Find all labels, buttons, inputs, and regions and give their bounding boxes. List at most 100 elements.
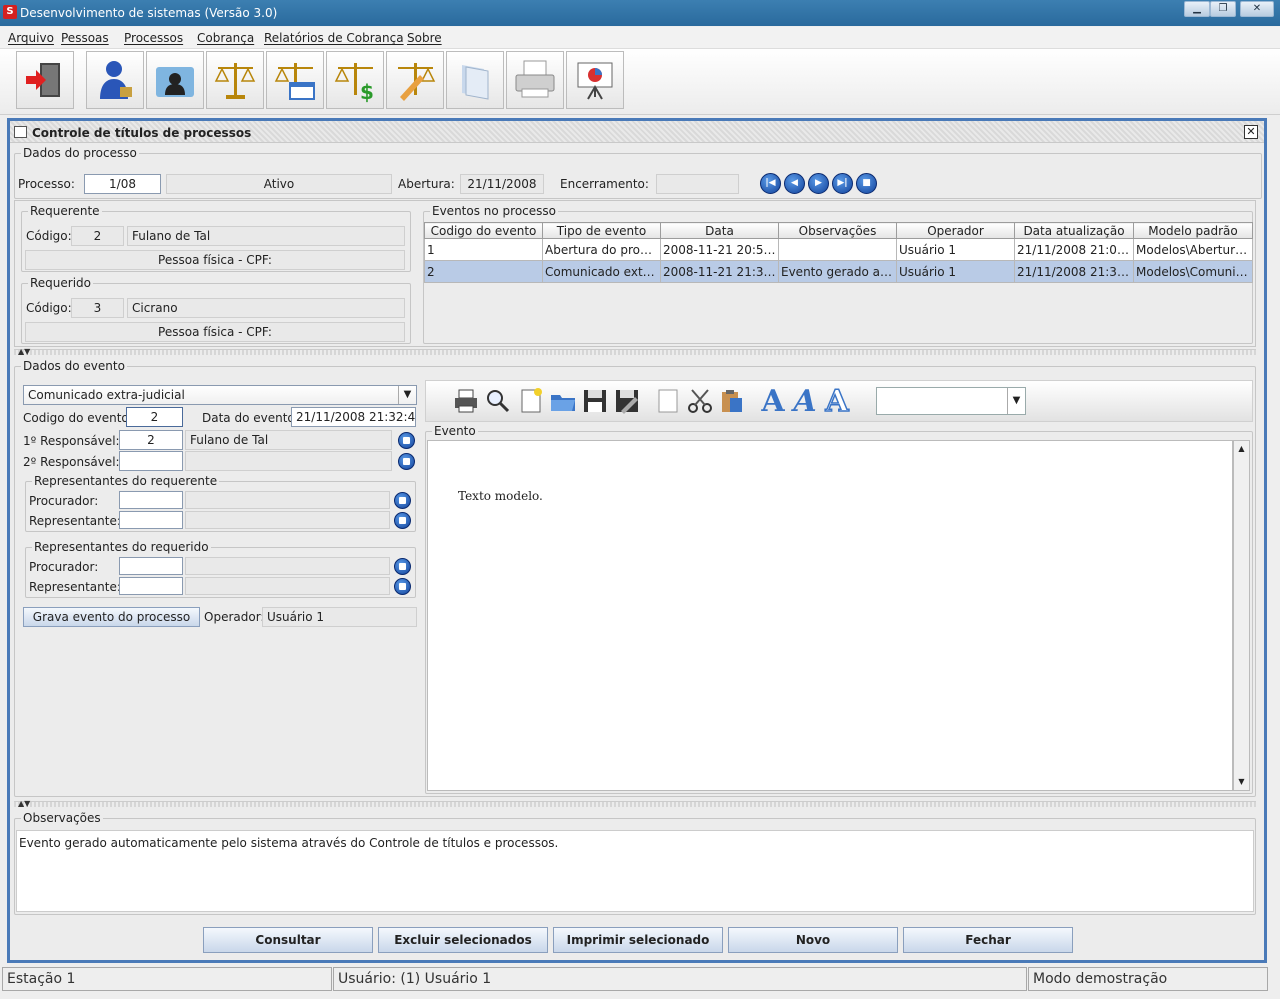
font-outline-icon[interactable]: A — [821, 383, 853, 420]
requerente-tipo: Pessoa física - CPF: — [25, 250, 405, 270]
table-row-selected[interactable]: 2 Comunicado extra-... 2008-11-21 21:32:… — [424, 260, 1253, 283]
frame-close-icon[interactable]: ✕ — [1244, 125, 1258, 139]
menu-pessoas[interactable]: Pessoas — [61, 31, 109, 45]
person-icon[interactable] — [86, 51, 144, 109]
stop-record-icon[interactable]: ■ — [856, 173, 877, 194]
blank-page-icon[interactable] — [652, 385, 684, 417]
table-cell: 21/11/2008 21:32:46 — [1014, 260, 1134, 283]
excluir-selecionados-button[interactable]: Excluir selecionados — [378, 927, 548, 953]
col-tipo-evento[interactable]: Tipo de evento — [542, 222, 661, 239]
data-evento-input[interactable]: 21/11/2008 21:32:46 — [291, 407, 416, 427]
requerente-codigo: 2 — [71, 226, 124, 246]
scroll-up-icon[interactable]: ▲ — [1234, 441, 1249, 457]
requerente-nome: Fulano de Tal — [127, 226, 405, 246]
next-record-icon[interactable]: ▶ — [808, 173, 829, 194]
close-window-icon[interactable]: ✕ — [1240, 1, 1274, 17]
window-title: Desenvolvimento de sistemas (Versão 3.0) — [20, 6, 278, 20]
splitter-bottom[interactable]: ▲▼ — [14, 799, 1256, 808]
scales-window-icon[interactable] — [266, 51, 324, 109]
last-record-icon[interactable]: ▶| — [832, 173, 853, 194]
resp2-code-input[interactable] — [119, 451, 183, 471]
cut-icon[interactable] — [684, 385, 716, 417]
scales-icon[interactable] — [206, 51, 264, 109]
new-document-icon[interactable] — [515, 385, 547, 417]
font-select[interactable]: ▼ — [876, 387, 1026, 415]
novo-button[interactable]: Novo — [728, 927, 898, 953]
fechar-button[interactable]: Fechar — [903, 927, 1073, 953]
consultar-button[interactable]: Consultar — [203, 927, 373, 953]
menu-arquivo[interactable]: Arquivo — [8, 31, 54, 45]
menu-relatorios[interactable]: Relatórios de Cobrança — [264, 31, 404, 45]
rep-requerido-representante-input[interactable] — [119, 577, 183, 595]
tipo-evento-select[interactable]: Comunicado extra-judicial ▼ — [23, 385, 417, 405]
resp1-lookup-icon[interactable] — [398, 432, 415, 449]
observacoes-legend: Observações — [23, 811, 101, 825]
requerido-codigo-label: Código: — [26, 301, 72, 315]
editor-toolbar: A A A ▼ — [425, 380, 1253, 422]
table-cell: Modelos\Abertura.h... — [1133, 238, 1253, 261]
minimize-icon[interactable]: ▁ — [1184, 1, 1210, 17]
print-icon[interactable] — [450, 385, 482, 417]
rep-requerente-procurador-label: Procurador: — [29, 494, 99, 508]
first-record-icon[interactable]: |◀ — [760, 173, 781, 194]
requerido-nome: Cicrano — [127, 298, 405, 318]
rep-requerido-procurador-lookup-icon[interactable] — [394, 558, 411, 575]
scroll-down-icon[interactable]: ▼ — [1234, 774, 1249, 790]
contact-icon[interactable] — [146, 51, 204, 109]
save-as-icon[interactable] — [611, 385, 643, 417]
codigo-evento-input[interactable]: 2 — [126, 407, 183, 427]
menu-sobre[interactable]: Sobre — [407, 31, 442, 45]
table-cell: Modelos\Comunic... — [1133, 260, 1253, 283]
frame-window-icon — [14, 126, 27, 138]
presentation-icon[interactable] — [566, 51, 624, 109]
col-data-atualizacao[interactable]: Data atualização — [1014, 222, 1134, 239]
rep-requerente-representante-input[interactable] — [119, 511, 183, 529]
folder-icon[interactable] — [446, 51, 504, 109]
chevron-down-icon[interactable]: ▼ — [398, 386, 416, 404]
imprimir-selecionado-button[interactable]: Imprimir selecionado — [553, 927, 723, 953]
resp2-lookup-icon[interactable] — [398, 453, 415, 470]
operador-label: Operador: — [204, 610, 265, 624]
font-italic-icon[interactable]: A — [789, 384, 821, 419]
rep-requerente-procurador-lookup-icon[interactable] — [394, 492, 411, 509]
chevron-down-icon[interactable]: ▼ — [1007, 388, 1025, 414]
editor-scrollbar[interactable]: ▲ ▼ — [1233, 440, 1250, 791]
splitter-arrows-icon[interactable]: ▲▼ — [18, 799, 30, 808]
rep-requerente-procurador-input[interactable] — [119, 491, 183, 509]
menu-processos[interactable]: Processos — [124, 31, 183, 45]
col-modelo-padrao[interactable]: Modelo padrão — [1133, 222, 1253, 239]
open-folder-icon[interactable] — [547, 385, 579, 417]
maximize-icon[interactable]: ❐ — [1210, 1, 1236, 17]
save-icon[interactable] — [579, 385, 611, 417]
resp1-label: 1º Responsável: — [23, 434, 120, 448]
rep-requerido-procurador-input[interactable] — [119, 557, 183, 575]
processo-input[interactable]: 1/08 — [84, 174, 161, 194]
previous-record-icon[interactable]: ◀ — [784, 173, 805, 194]
table-cell: 1 — [424, 238, 543, 261]
scales-money-icon[interactable]: $ — [326, 51, 384, 109]
evento-editor[interactable]: Texto modelo. — [427, 440, 1233, 791]
table-row[interactable]: 1 Abertura do proces... 2008-11-21 20:59… — [424, 238, 1253, 261]
rep-requerido-representante-lookup-icon[interactable] — [394, 578, 411, 595]
table-cell: 2008-11-21 21:32:... — [660, 260, 779, 283]
encerramento-label: Encerramento: — [560, 177, 649, 191]
menu-bar: Arquivo Pessoas Processos Cobrança Relat… — [0, 27, 1280, 49]
splitter-top[interactable]: ▲▼ — [14, 347, 1256, 356]
resp1-code-input[interactable]: 2 — [119, 430, 183, 450]
col-codigo-evento[interactable]: Codigo do evento — [424, 222, 543, 239]
font-bold-icon[interactable]: A — [757, 384, 789, 419]
exit-icon[interactable] — [16, 51, 74, 109]
rep-requerente-representante-lookup-icon[interactable] — [394, 512, 411, 529]
splitter-arrows-icon[interactable]: ▲▼ — [18, 347, 30, 356]
col-data[interactable]: Data — [660, 222, 779, 239]
observacoes-textarea[interactable]: Evento gerado automaticamente pelo siste… — [16, 830, 1254, 912]
table-cell: Usuário 1 — [896, 238, 1015, 261]
col-observacoes[interactable]: Observações — [778, 222, 897, 239]
scales-pencil-icon[interactable] — [386, 51, 444, 109]
paste-icon[interactable] — [716, 385, 748, 417]
menu-cobranca[interactable]: Cobrança — [197, 31, 254, 45]
col-operador[interactable]: Operador — [896, 222, 1015, 239]
search-icon[interactable] — [482, 385, 514, 417]
printer-icon[interactable] — [506, 51, 564, 109]
grava-evento-button[interactable]: Grava evento do processo — [23, 607, 200, 627]
